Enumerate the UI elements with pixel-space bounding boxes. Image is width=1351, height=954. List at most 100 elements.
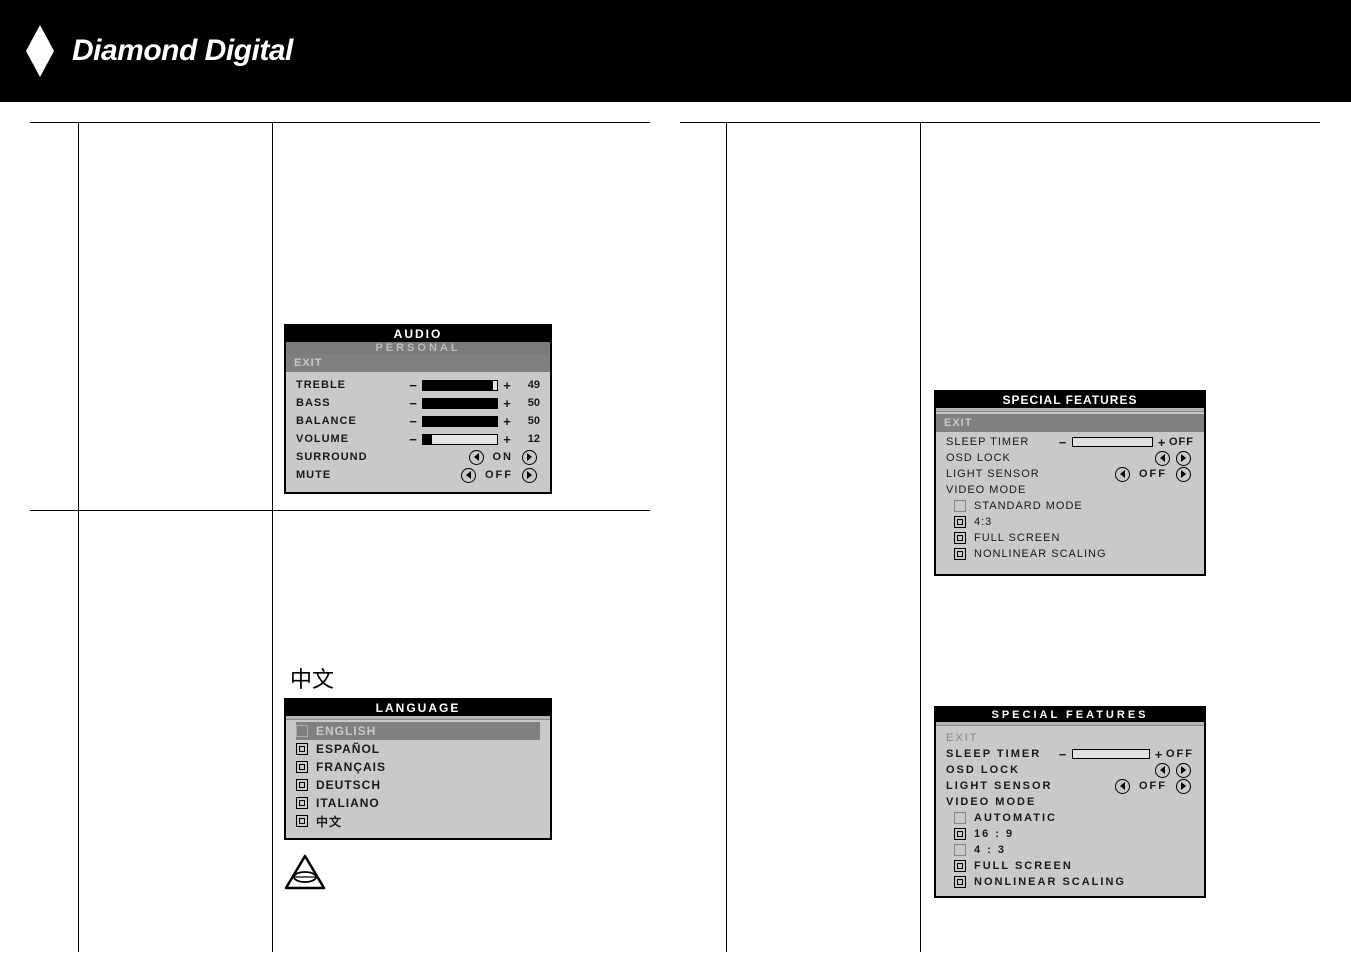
sf2-osd-lock[interactable]: OSD LOCK (946, 762, 1194, 778)
slider-track[interactable] (422, 398, 498, 409)
slider-track[interactable] (422, 380, 498, 391)
sf1-sleep-timer[interactable]: SLEEP TIMER − + OFF (946, 434, 1194, 450)
mode-icon (954, 548, 966, 560)
mode-icon (954, 860, 966, 872)
audio-volume-row[interactable]: VOLUME−+12 (296, 430, 540, 448)
arrow-left-icon[interactable] (461, 468, 476, 483)
arrow-right-icon[interactable] (1176, 779, 1191, 794)
checkbox-icon (296, 743, 308, 755)
audio-toggle-label: SURROUND (296, 451, 406, 463)
language-osd-body: ENGLISH ESPAÑOL FRANÇAIS DEUTSCHITALIANO中文 (286, 720, 550, 838)
mode-icon (954, 532, 966, 544)
language-option-label: FRANÇAIS (316, 760, 386, 774)
audio-osd: AUDIO PERSONAL EXIT TREBLE−+49BASS−+50BA… (284, 324, 552, 494)
sf1-mode-option[interactable]: NONLINEAR SCALING (946, 546, 1194, 562)
language-option-english[interactable]: ENGLISH (296, 722, 540, 740)
plus-icon: + (1152, 747, 1166, 762)
sf2-mode-option[interactable]: 16 : 9 (946, 826, 1194, 842)
checkbox-icon (296, 815, 308, 827)
plus-icon: + (500, 414, 514, 429)
header-bar: Diamond Digital (0, 0, 1351, 102)
sf1-mode-label: FULL SCREEN (974, 532, 1060, 544)
plus-icon: + (1155, 435, 1169, 450)
sf2-body: EXIT SLEEP TIMER − + OFF OSD LOCK LIGHT … (936, 726, 1204, 896)
slider-track[interactable] (1072, 749, 1150, 759)
checkbox-icon (296, 725, 308, 737)
arrow-right-icon[interactable] (1176, 451, 1191, 466)
sf2-light-sensor[interactable]: LIGHT SENSOR OFF (946, 778, 1194, 794)
sf2-mode-option[interactable]: FULL SCREEN (946, 858, 1194, 874)
sf2-mode-label: 16 : 9 (974, 828, 1014, 840)
rule (30, 510, 650, 511)
chinese-label: 中文 (290, 662, 334, 694)
audio-osd-title: AUDIO (286, 326, 550, 342)
arrow-right-icon[interactable] (522, 468, 537, 483)
arrow-right-icon[interactable] (1176, 467, 1191, 482)
language-option-label: ENGLISH (316, 724, 376, 738)
special-features-osd-2: SPECIAL FEATURES EXIT SLEEP TIMER − + OF… (934, 706, 1206, 898)
audio-row-value: 50 (514, 415, 540, 427)
language-option-italiano[interactable]: ITALIANO (296, 794, 540, 812)
language-option-deutsch[interactable]: DEUTSCH (296, 776, 540, 794)
checkbox-icon (296, 761, 308, 773)
sf1-body: SLEEP TIMER − + OFF OSD LOCK LIGHT SENSO… (936, 432, 1204, 574)
audio-row-label: BALANCE (296, 415, 406, 427)
arrow-right-icon[interactable] (522, 450, 537, 465)
audio-balance-row[interactable]: BALANCE−+50 (296, 412, 540, 430)
sf1-osd-lock[interactable]: OSD LOCK (946, 450, 1194, 466)
arrow-left-icon[interactable] (1155, 451, 1170, 466)
sf1-light-sensor[interactable]: LIGHT SENSOR OFF (946, 466, 1194, 482)
sf2-mode-label: NONLINEAR SCALING (974, 876, 1126, 888)
special-features-osd-1: SPECIAL FEATURES EXIT SLEEP TIMER − + OF… (934, 390, 1206, 576)
sf1-video-mode-label: VIDEO MODE (946, 484, 1056, 496)
sf2-mode-label: FULL SCREEN (974, 860, 1073, 872)
sf2-title: SPECIAL FEATURES (936, 708, 1204, 722)
sf1-exit[interactable]: EXIT (936, 414, 1204, 432)
language-option-中文[interactable]: 中文 (296, 812, 540, 830)
audio-exit[interactable]: EXIT (286, 354, 550, 372)
sf1-mode-option[interactable]: STANDARD MODE (946, 498, 1194, 514)
plus-icon: + (500, 432, 514, 447)
slider-track[interactable] (1072, 437, 1153, 447)
sf1-divider (936, 408, 1204, 412)
sf2-osd-lock-label: OSD LOCK (946, 764, 1056, 776)
rule (726, 122, 727, 952)
audio-treble-row[interactable]: TREBLE−+49 (296, 376, 540, 394)
sf2-mode-label: AUTOMATIC (974, 812, 1057, 824)
audio-mute-row[interactable]: MUTEOFF (296, 466, 540, 484)
diamond-icon (22, 23, 58, 79)
sf1-mode-option[interactable]: FULL SCREEN (946, 530, 1194, 546)
sf1-video-mode: VIDEO MODE (946, 482, 1194, 498)
arrow-left-icon[interactable] (469, 450, 484, 465)
minus-icon: − (406, 432, 420, 447)
sf1-mode-option[interactable]: 4:3 (946, 514, 1194, 530)
mode-icon (954, 500, 966, 512)
arrow-left-icon[interactable] (1155, 763, 1170, 778)
language-option-français[interactable]: FRANÇAIS (296, 758, 540, 776)
sf2-light-sensor-state: OFF (1139, 780, 1167, 792)
mode-icon (954, 812, 966, 824)
sf1-sleep-timer-value: OFF (1169, 436, 1194, 448)
arrow-right-icon[interactable] (1176, 763, 1191, 778)
arrow-left-icon[interactable] (1115, 779, 1130, 794)
minus-icon: − (1056, 435, 1070, 450)
language-option-español[interactable]: ESPAÑOL (296, 740, 540, 758)
language-option-label: 中文 (316, 813, 342, 830)
rule (920, 122, 921, 952)
sf2-mode-option[interactable]: 4 : 3 (946, 842, 1194, 858)
audio-bass-row[interactable]: BASS−+50 (296, 394, 540, 412)
sf2-mode-label: 4 : 3 (974, 844, 1006, 856)
sf2-mode-option[interactable]: NONLINEAR SCALING (946, 874, 1194, 890)
mode-icon (954, 876, 966, 888)
sf2-exit[interactable]: EXIT (946, 730, 1194, 746)
slider-track[interactable] (422, 416, 498, 427)
slider-track[interactable] (422, 434, 498, 445)
arrow-left-icon[interactable] (1115, 467, 1130, 482)
sf2-sleep-timer[interactable]: SLEEP TIMER − + OFF (946, 746, 1194, 762)
sf2-mode-option[interactable]: AUTOMATIC (946, 810, 1194, 826)
audio-surround-row[interactable]: SURROUNDON (296, 448, 540, 466)
audio-row-value: 12 (514, 433, 540, 445)
plus-icon: + (500, 378, 514, 393)
audio-row-label: TREBLE (296, 379, 406, 391)
caution-icon (284, 854, 326, 895)
